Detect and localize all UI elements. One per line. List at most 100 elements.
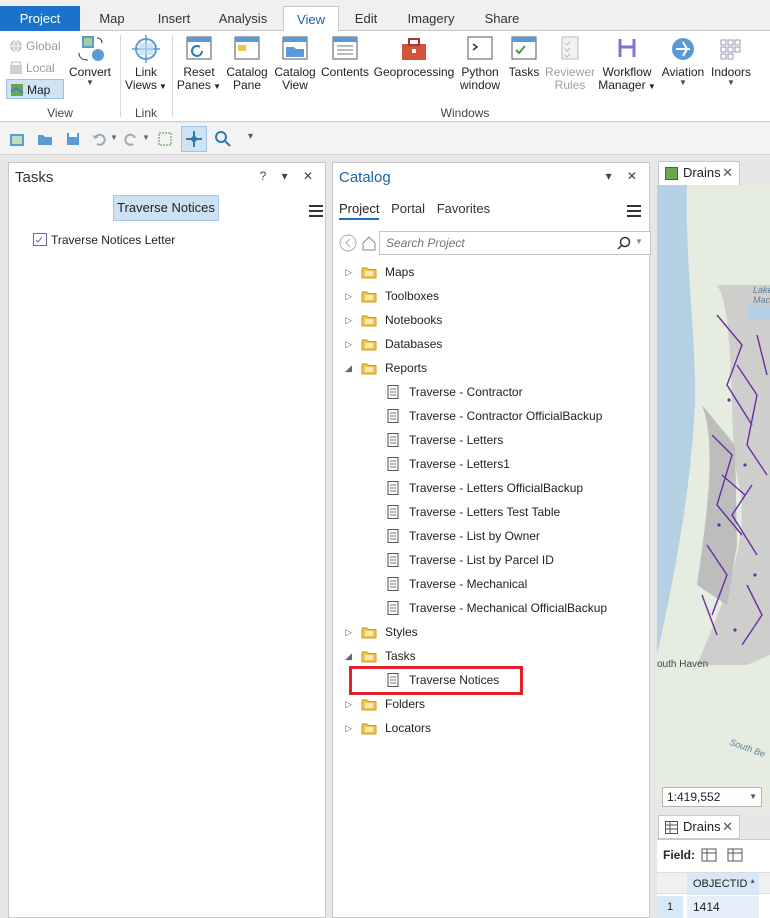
tab-project[interactable]: Project [0,6,80,31]
traverse-notices-task-button[interactable]: Traverse Notices [113,195,219,221]
reset-panes-button[interactable]: Reset Panes ▼ [176,35,222,93]
contents-button[interactable]: Contents [318,35,372,79]
add-field-icon[interactable] [701,847,717,863]
reviewer-rules-button[interactable]: Reviewer Rules [544,35,596,92]
tab-analysis[interactable]: Analysis [212,6,274,31]
tab-insert[interactable]: Insert [146,6,202,31]
redo-icon[interactable] [122,130,140,148]
tasks-pane-controls[interactable]: ? ▾ ✕ [260,169,319,183]
document-icon [387,529,399,543]
catalog-tree-item[interactable]: ◢ Tasks [345,645,631,667]
expand-toggle-icon[interactable]: ▷ [345,333,355,355]
catalog-tree-item[interactable]: ▷ Notebooks [345,309,631,331]
table-tab-label: Drains [683,819,721,834]
search-options-icon[interactable]: ▼ [635,237,643,246]
select-icon[interactable] [156,130,174,148]
catalog-tree-item[interactable]: ▷ Styles [345,621,631,643]
tab-map[interactable]: Map [86,6,138,31]
python-window-button[interactable]: Python window [456,35,504,92]
catalog-tree-item[interactable]: ▷ Locators [345,717,631,739]
catalog-search-input[interactable] [379,231,651,255]
map-tab-drains[interactable]: Drains ✕ [658,161,740,185]
reset-panes-label-1: Reset [183,65,215,79]
aviation-button[interactable]: Aviation ▼ [658,35,708,87]
catalog-tree-item[interactable]: Traverse - Mechanical [375,573,655,595]
close-icon[interactable]: ✕ [722,816,733,838]
undo-dropdown-icon[interactable]: ▼ [110,133,118,142]
aviation-label: Aviation [661,65,705,79]
home-icon[interactable] [361,234,377,252]
map-scale-box[interactable]: 1:419,552 ▼ [662,787,762,807]
catalog-tree-item[interactable]: Traverse - List by Parcel ID [375,549,655,571]
group-separator [172,35,173,117]
link-views-button[interactable]: Link Views ▼ [124,35,168,93]
expand-toggle-icon[interactable]: ▷ [345,693,355,715]
zoom-icon[interactable] [214,130,232,148]
search-icon[interactable] [617,236,631,250]
expand-toggle-icon[interactable]: ▷ [345,285,355,307]
catalog-tree-item[interactable]: Traverse - Mechanical OfficialBackup [375,597,655,619]
close-icon[interactable]: ✕ [722,162,733,184]
column-header-objectid[interactable]: OBJECTID * [687,873,759,895]
convert-button[interactable]: Convert ▼ [66,35,114,87]
catalog-view-button[interactable]: Catalog View [272,35,318,92]
catalog-menu-icon[interactable] [627,205,641,217]
calculate-field-icon[interactable] [727,847,743,863]
map-button[interactable]: Map [6,79,64,99]
map-canvas[interactable]: LakeMacatawa outh Haven South Be [657,185,770,810]
expand-toggle-icon[interactable]: ◢ [345,357,355,379]
expand-toggle-icon[interactable]: ▷ [345,261,355,283]
tasks-button[interactable]: Tasks [504,35,544,79]
tab-view[interactable]: View [283,6,339,32]
global-button[interactable]: Global [6,36,64,56]
open-project-icon[interactable] [36,130,54,148]
map-label-lake: LakeMacatawa [753,285,770,305]
table-tab-drains[interactable]: Drains ✕ [658,815,740,839]
catalog-tree-item[interactable]: Traverse - Letters Test Table [375,501,655,523]
catalog-tree-item[interactable]: ▷ Maps [345,261,631,283]
back-icon[interactable] [339,234,357,252]
task-icon [33,233,47,246]
catalog-tree-item[interactable]: ▷ Toolboxes [345,285,631,307]
catalog-tree-item[interactable]: Traverse - Letters [375,429,655,451]
workflow-manager-button[interactable]: Workflow Manager ▼ [597,35,657,93]
local-button[interactable]: Local [6,58,64,78]
customize-toolbar-icon[interactable]: ▾ [248,131,253,142]
expand-toggle-icon[interactable]: ▷ [345,309,355,331]
catalog-pane-controls[interactable]: ▾ ✕ [606,169,643,183]
catalog-tree-item[interactable]: Traverse - List by Owner [375,525,655,547]
catalog-tree-item-label: Notebooks [385,313,443,327]
expand-toggle-icon[interactable]: ▷ [345,621,355,643]
tasks-menu-icon[interactable] [309,205,323,217]
catalog-tree-item[interactable]: Traverse - Letters1 [375,453,655,475]
catalog-tree-item[interactable]: ▷ Folders [345,693,631,715]
indoors-button[interactable]: Indoors ▼ [708,35,754,87]
catalog-tree-item[interactable]: ◢ Reports [345,357,631,379]
table-row[interactable]: 1 1414 [657,896,770,918]
map-label-south-haven: outh Haven [657,659,709,670]
expand-toggle-icon[interactable]: ▷ [345,717,355,739]
catalog-tree-item[interactable]: Traverse - Letters OfficialBackup [375,477,655,499]
catalog-pane-icon [234,36,260,60]
geoprocessing-label: Geoprocessing [373,65,455,79]
explore-tool-button[interactable] [181,126,207,152]
geoprocessing-button[interactable]: Geoprocessing [373,35,455,79]
catalog-tree-item[interactable]: ▷ Databases [345,333,631,355]
link-group-label: Link [134,106,157,120]
tab-imagery[interactable]: Imagery [398,6,464,31]
task-item-traverse-notices-letter[interactable]: Traverse Notices Letter [33,233,175,247]
catalog-tree-item[interactable]: Traverse - Contractor [375,381,655,403]
save-project-icon[interactable] [64,130,82,148]
tab-project[interactable]: Project [339,201,380,220]
catalog-tree-item[interactable]: Traverse - Contractor OfficialBackup [375,405,655,427]
undo-icon[interactable] [90,130,108,148]
tab-share[interactable]: Share [476,6,528,31]
tab-favorites[interactable]: Favorites [437,201,490,216]
convert-icon [78,36,104,61]
tab-edit[interactable]: Edit [344,6,388,31]
tab-portal[interactable]: Portal [391,201,425,216]
redo-dropdown-icon[interactable]: ▼ [142,133,150,142]
new-map-icon[interactable] [8,130,26,148]
expand-toggle-icon[interactable]: ◢ [345,645,355,667]
catalog-pane-button[interactable]: Catalog Pane [224,35,270,92]
